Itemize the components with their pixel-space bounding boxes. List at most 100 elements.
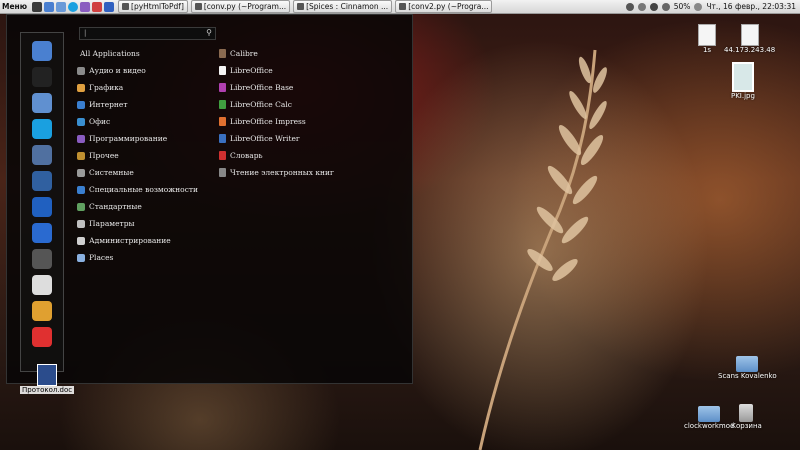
- pidgin-launcher-icon[interactable]: [80, 1, 91, 12]
- category-icon: [77, 253, 85, 262]
- category-item[interactable]: Аудио и видео: [77, 66, 146, 75]
- desktop-file-1s[interactable]: 1s: [698, 24, 716, 54]
- search-caret: |: [84, 29, 87, 37]
- application-item[interactable]: LibreOffice Impress: [219, 117, 306, 126]
- folder-icon: [698, 406, 721, 422]
- category-item[interactable]: Программирование: [77, 134, 167, 143]
- desktop-file-ip[interactable]: 44.173.243.48: [724, 24, 775, 54]
- desktop-icon-label: 44.173.243.48: [724, 46, 776, 54]
- teamviewer-icon[interactable]: [32, 197, 52, 217]
- lock-icon[interactable]: [32, 275, 52, 295]
- category-item[interactable]: Офис: [77, 117, 110, 126]
- word-document-icon: [37, 364, 58, 386]
- desktop-file-pki[interactable]: PKI.jpg: [731, 62, 755, 100]
- volume-icon[interactable]: [649, 2, 658, 11]
- top-panel: Меню [pyHtmlToPdf] [conv.py (~Program...…: [0, 0, 800, 14]
- category-item[interactable]: Параметры: [77, 219, 134, 228]
- category-item[interactable]: Администрирование: [77, 236, 171, 245]
- application-icon: [219, 151, 226, 160]
- category-label: Places: [89, 253, 114, 262]
- application-label: LibreOffice Writer: [230, 134, 300, 143]
- file-manager-icon[interactable]: [32, 93, 52, 113]
- category-label: Офис: [89, 117, 111, 126]
- desktop-icon-label: Протокол.doc: [20, 386, 75, 394]
- main-menu-button[interactable]: Меню: [0, 0, 31, 13]
- desktop-file-protocol[interactable]: Протокол.doc: [20, 364, 75, 394]
- category-item[interactable]: Интернет: [77, 100, 128, 109]
- category-item[interactable]: Прочее: [77, 151, 119, 160]
- document-icon: [740, 24, 759, 46]
- battery-icon[interactable]: [661, 2, 670, 11]
- application-item[interactable]: Словарь: [219, 151, 263, 160]
- system-tray: 50% Чт., 16 февр., 22:03:31: [625, 2, 800, 11]
- application-item[interactable]: LibreOffice Calc: [219, 100, 292, 109]
- writer-launcher-icon[interactable]: [104, 1, 115, 12]
- category-item[interactable]: Специальные возможности: [77, 185, 198, 194]
- category-icon: [77, 117, 85, 126]
- system-icon[interactable]: [32, 249, 52, 269]
- terminal-launcher-icon[interactable]: [32, 1, 43, 12]
- category-label: Параметры: [89, 219, 135, 228]
- desktop-folder-scans[interactable]: Scans Kovalenko: [718, 356, 777, 380]
- power-icon[interactable]: [32, 327, 52, 347]
- application-label: LibreOffice Impress: [230, 117, 306, 126]
- window-title: [Spices : Cinnamon ...: [306, 2, 389, 11]
- category-item[interactable]: All Applications: [80, 49, 140, 58]
- application-item[interactable]: Чтение электронных книг: [219, 168, 334, 177]
- desktop-trash[interactable]: Корзина: [731, 404, 762, 430]
- application-label: Calibre: [230, 49, 258, 58]
- logout-icon[interactable]: [32, 301, 52, 321]
- start-menu: | ⚲ All Applications Аудио и видео Графика…: [6, 14, 413, 384]
- application-item[interactable]: Calibre: [219, 49, 258, 58]
- application-icon: [219, 49, 226, 58]
- category-label: Специальные возможности: [89, 185, 199, 194]
- category-label: Интернет: [89, 100, 128, 109]
- menu-label: Меню: [2, 2, 28, 11]
- application-item[interactable]: LibreOffice Writer: [219, 134, 300, 143]
- application-item[interactable]: LibreOffice Base: [219, 83, 293, 92]
- category-item[interactable]: Places: [77, 253, 113, 262]
- desktop-icon-label: clockworkmod: [684, 422, 735, 430]
- category-icon: [77, 134, 85, 143]
- category-item[interactable]: Системные: [77, 168, 134, 177]
- desktop-folder-clockworkmod[interactable]: clockworkmod: [684, 406, 734, 430]
- application-icon: [219, 83, 226, 92]
- files-launcher-icon[interactable]: [56, 1, 67, 12]
- category-icon: [77, 168, 85, 177]
- mail-launcher-icon[interactable]: [92, 1, 103, 12]
- application-icon: [219, 117, 226, 126]
- search-input[interactable]: | ⚲: [79, 27, 216, 40]
- category-icon: [77, 236, 85, 245]
- chromium-icon[interactable]: [32, 41, 52, 61]
- skype-launcher-icon[interactable]: [68, 1, 79, 12]
- clock[interactable]: Чт., 16 февр., 22:03:31: [706, 2, 796, 11]
- category-item[interactable]: Стандартные: [77, 202, 142, 211]
- bluetooth-icon[interactable]: [637, 2, 646, 11]
- window-title: [pyHtmlToPdf]: [131, 2, 184, 11]
- category-icon: [77, 151, 85, 160]
- wallpaper-wheat-stalk: [478, 49, 607, 450]
- category-label: Графика: [89, 83, 124, 92]
- taskbar-window-2[interactable]: [Spices : Cinnamon ...: [293, 0, 393, 13]
- taskbar-window-1[interactable]: [conv.py (~Program...: [190, 0, 291, 13]
- browser-launcher-icon[interactable]: [44, 1, 55, 12]
- calendar-icon: [694, 2, 703, 11]
- category-label: Прочее: [89, 151, 119, 160]
- category-icon: [77, 219, 85, 228]
- category-icon: [77, 83, 85, 92]
- virtualbox-icon[interactable]: [32, 145, 52, 165]
- application-icon: [219, 134, 226, 143]
- desktop-icon-label: PKI.jpg: [731, 92, 755, 100]
- desktop-icon-label: 1s: [702, 46, 712, 54]
- application-item[interactable]: LibreOffice: [219, 66, 273, 75]
- player-icon[interactable]: [32, 223, 52, 243]
- category-item[interactable]: Графика: [77, 83, 123, 92]
- network-icon[interactable]: [625, 2, 634, 11]
- skype-icon[interactable]: [32, 119, 52, 139]
- taskbar-window-3[interactable]: [conv2.py (~Progra...: [395, 0, 493, 13]
- document-icon: [698, 24, 716, 46]
- sublime-icon[interactable]: [32, 171, 52, 191]
- category-icon: [77, 66, 85, 75]
- taskbar-window-0[interactable]: [pyHtmlToPdf]: [118, 0, 188, 13]
- terminal-icon[interactable]: [32, 67, 52, 87]
